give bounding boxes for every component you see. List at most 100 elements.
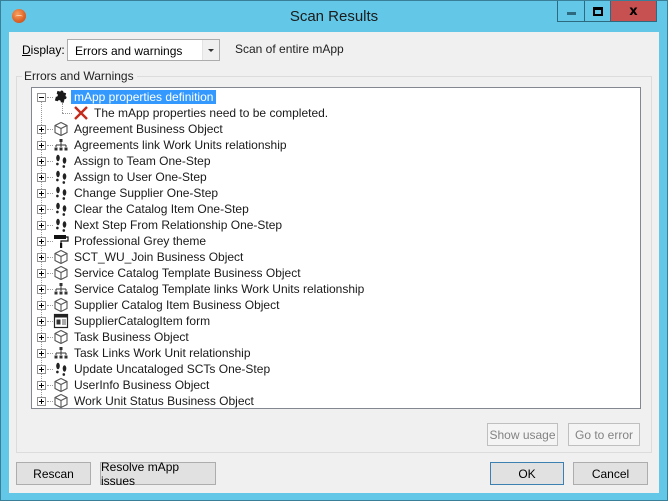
footsteps-icon xyxy=(53,361,69,377)
tree-item-label: Agreements link Work Units relationship xyxy=(74,138,287,152)
expand-toggle-icon[interactable] xyxy=(37,173,46,182)
group-title: Errors and Warnings xyxy=(22,69,137,83)
display-label: Display: xyxy=(22,43,65,57)
cancel-button[interactable]: Cancel xyxy=(573,462,648,485)
errors-warnings-group: Errors and Warnings mApp properties defi… xyxy=(16,69,652,453)
tree-item[interactable]: Assign to Team One-Step xyxy=(32,153,640,169)
expand-toggle-icon[interactable] xyxy=(37,317,46,326)
footsteps-icon xyxy=(53,169,69,185)
cube-icon xyxy=(53,377,69,393)
expand-toggle-icon[interactable] xyxy=(37,157,46,166)
display-filter-dropdown[interactable]: Errors and warnings xyxy=(67,39,220,61)
puzzle-icon xyxy=(53,89,69,105)
error-x-icon xyxy=(73,105,89,121)
tree-item[interactable]: UserInfo Business Object xyxy=(32,377,640,393)
tree-item-label: Supplier Catalog Item Business Object xyxy=(74,298,280,312)
tree-connector xyxy=(62,113,72,114)
tree-item[interactable]: Supplier Catalog Item Business Object xyxy=(32,297,640,313)
dialog-body: Display: Errors and warnings Scan of ent… xyxy=(9,32,659,493)
close-button[interactable]: x xyxy=(611,1,657,22)
go-to-error-button[interactable]: Go to error xyxy=(568,423,640,446)
tree-item-label: Professional Grey theme xyxy=(74,234,207,248)
cube-icon xyxy=(53,121,69,137)
dropdown-arrow-button[interactable] xyxy=(202,40,219,60)
close-icon: x xyxy=(629,3,638,19)
tree-item-label: Clear the Catalog Item One-Step xyxy=(74,202,249,216)
show-usage-button[interactable]: Show usage xyxy=(487,423,558,446)
cube-icon xyxy=(53,329,69,345)
maximize-icon xyxy=(592,6,603,16)
footsteps-icon xyxy=(53,185,69,201)
expand-toggle-icon[interactable] xyxy=(37,141,46,150)
expand-toggle-icon[interactable] xyxy=(37,333,46,342)
collapse-toggle-icon[interactable] xyxy=(37,93,46,102)
expand-toggle-icon[interactable] xyxy=(37,221,46,230)
expand-toggle-icon[interactable] xyxy=(37,189,46,198)
window-controls: x xyxy=(557,1,657,22)
cube-icon xyxy=(53,265,69,281)
results-tree[interactable]: mApp properties definition The mApp prope… xyxy=(31,87,641,409)
tree-connector xyxy=(62,103,63,113)
tree-item[interactable]: Update Uncataloged SCTs One-Step xyxy=(32,361,640,377)
cube-icon xyxy=(53,249,69,265)
tree-item-label: SCT_WU_Join Business Object xyxy=(74,250,244,264)
tree-item[interactable]: SCT_WU_Join Business Object xyxy=(32,249,640,265)
expand-toggle-icon[interactable] xyxy=(37,237,46,246)
expand-toggle-icon[interactable] xyxy=(37,397,46,406)
rescan-button[interactable]: Rescan xyxy=(16,462,91,485)
expand-toggle-icon[interactable] xyxy=(37,269,46,278)
expand-toggle-icon[interactable] xyxy=(37,285,46,294)
tree-item[interactable]: Agreement Business Object xyxy=(32,121,640,137)
tree-child-item[interactable]: The mApp properties need to be completed… xyxy=(32,103,640,121)
tree-item[interactable]: Work Unit Status Business Object xyxy=(32,393,640,408)
expand-toggle-icon[interactable] xyxy=(37,205,46,214)
form-icon xyxy=(53,313,69,329)
display-label-text: isplay: xyxy=(30,43,65,57)
scan-results-window: Scan Results x Display: Errors and warni… xyxy=(0,0,668,501)
expand-toggle-icon[interactable] xyxy=(37,349,46,358)
tree-item[interactable]: Task Links Work Unit relationship xyxy=(32,345,640,361)
expand-toggle-icon[interactable] xyxy=(37,125,46,134)
expand-toggle-icon[interactable] xyxy=(37,381,46,390)
ok-button[interactable]: OK xyxy=(490,462,564,485)
tree-item[interactable]: Service Catalog Template Business Object xyxy=(32,265,640,281)
cube-icon xyxy=(53,393,69,408)
tree-item[interactable]: Change Supplier One-Step xyxy=(32,185,640,201)
tree-item[interactable]: mApp properties definition xyxy=(32,89,640,105)
display-filter-value: Errors and warnings xyxy=(75,44,183,58)
expand-toggle-icon[interactable] xyxy=(37,365,46,374)
relationship-icon xyxy=(53,345,69,361)
relationship-icon xyxy=(53,137,69,153)
tree-item-label: Work Unit Status Business Object xyxy=(74,394,254,408)
footsteps-icon xyxy=(53,217,69,233)
scan-scope-label: Scan of entire mApp xyxy=(235,42,344,56)
tree-item-label: Assign to User One-Step xyxy=(74,170,207,184)
tree-item-label: Change Supplier One-Step xyxy=(74,186,219,200)
tree-item-label: Service Catalog Template links Work Unit… xyxy=(74,282,365,296)
tree-item[interactable]: Clear the Catalog Item One-Step xyxy=(32,201,640,217)
tree-item[interactable]: Assign to User One-Step xyxy=(32,169,640,185)
title-bar[interactable]: Scan Results x xyxy=(1,1,667,32)
cube-icon xyxy=(53,297,69,313)
tree-item[interactable]: SupplierCatalogItem form xyxy=(32,313,640,329)
expand-toggle-icon[interactable] xyxy=(37,253,46,262)
tree-item[interactable]: Next Step From Relationship One-Step xyxy=(32,217,640,233)
tree-item-label: Next Step From Relationship One-Step xyxy=(74,218,283,232)
tree-item-label: Assign to Team One-Step xyxy=(74,154,211,168)
tree-item-label: Agreement Business Object xyxy=(74,122,223,136)
tree-item-label: SupplierCatalogItem form xyxy=(74,314,211,328)
tree-item-label: Service Catalog Template Business Object xyxy=(74,266,301,280)
tree-child-label: The mApp properties need to be completed… xyxy=(94,106,329,120)
minimize-button[interactable] xyxy=(557,1,585,22)
tree-item-label: Update Uncataloged SCTs One-Step xyxy=(74,362,271,376)
expand-toggle-icon[interactable] xyxy=(37,301,46,310)
tree-item-label: Task Links Work Unit relationship xyxy=(74,346,251,360)
tree-item[interactable]: Service Catalog Template links Work Unit… xyxy=(32,281,640,297)
maximize-button[interactable] xyxy=(585,1,611,22)
display-label-mnemonic: D xyxy=(22,43,31,57)
resolve-mapp-issues-button[interactable]: Resolve mApp issues xyxy=(100,460,216,488)
tree-item[interactable]: Agreements link Work Units relationship xyxy=(32,137,640,153)
tree-item[interactable]: Professional Grey theme xyxy=(32,233,640,249)
tree-item[interactable]: Task Business Object xyxy=(32,329,640,345)
paint-roller-icon xyxy=(53,233,69,249)
